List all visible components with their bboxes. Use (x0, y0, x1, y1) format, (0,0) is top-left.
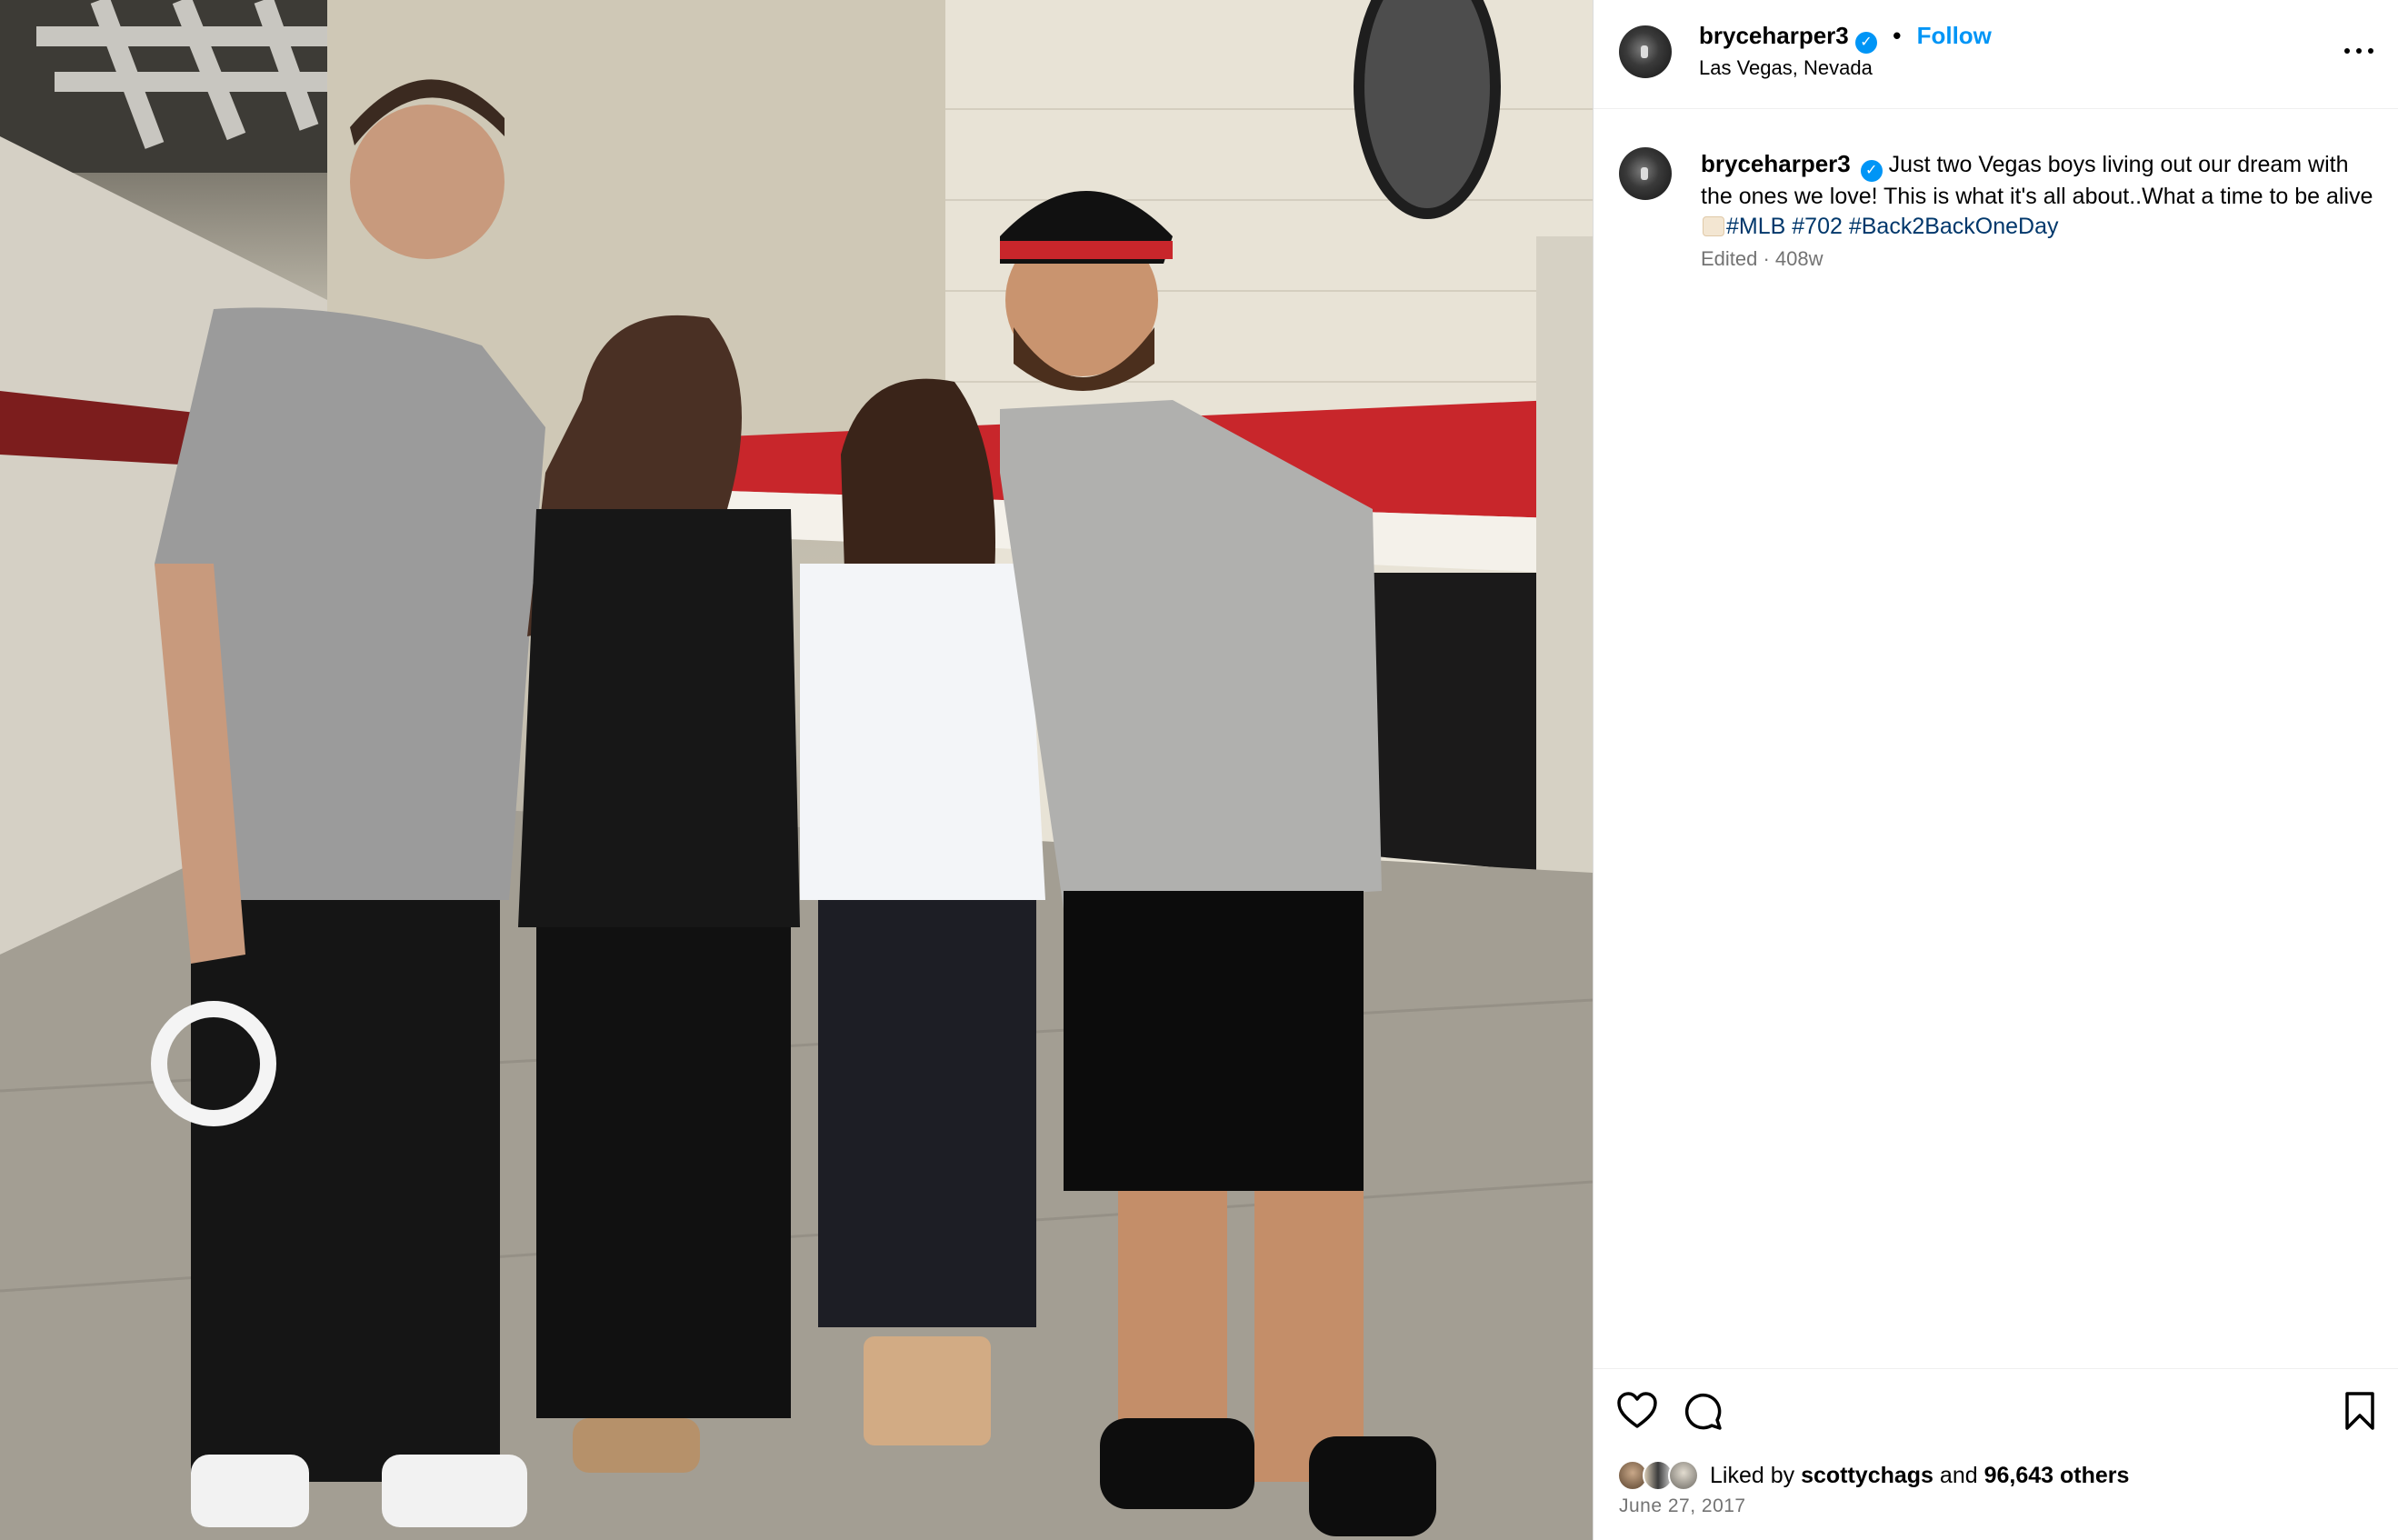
post-location[interactable]: Las Vegas, Nevada (1699, 56, 1873, 80)
post-photo[interactable] (0, 0, 1593, 1540)
verified-badge-icon: ✓ (1860, 160, 1883, 182)
likes-count-link[interactable]: 96,643 others (1984, 1463, 2130, 1489)
liker-avatar (1668, 1460, 1699, 1491)
author-avatar[interactable] (1619, 25, 1672, 78)
post-header: bryceharper3 ✓ • Follow Las Vegas, Nevad… (1594, 0, 2398, 109)
baseball-emoji-icon (1703, 216, 1724, 236)
caption-username[interactable]: bryceharper3 (1701, 150, 1851, 177)
heart-icon[interactable] (1615, 1389, 1659, 1433)
post-caption: bryceharper3 ✓ Just two Vegas boys livin… (1701, 149, 2378, 242)
hashtag-702[interactable]: #702 (1792, 214, 1843, 239)
author-line: bryceharper3 ✓ • Follow (1699, 22, 1992, 54)
post-side-panel: bryceharper3 ✓ • Follow Las Vegas, Nevad… (1593, 0, 2398, 1540)
author-username[interactable]: bryceharper3 (1699, 22, 1849, 49)
separator-dot: • (1893, 22, 1902, 49)
post-date[interactable]: June 27, 2017 (1619, 1495, 1746, 1517)
hashtag-back2backoneday[interactable]: #Back2BackOneDay (1849, 214, 2059, 239)
edited-meta: Edited · 408w (1701, 247, 1823, 270)
liked-by-prefix: Liked by (1710, 1462, 1795, 1488)
follow-button[interactable]: Follow (1917, 22, 1992, 49)
verified-badge-icon: ✓ (1855, 32, 1877, 54)
liked-by-and: and (1939, 1462, 1978, 1488)
likes-summary: Liked by scottychags and 96,643 others (1617, 1459, 2129, 1492)
liker-avatars (1617, 1459, 1704, 1492)
more-options-icon[interactable] (2343, 36, 2379, 64)
photo-illustration (0, 0, 1593, 1540)
hashtag-mlb[interactable]: #MLB (1726, 214, 1785, 239)
caption-author-avatar[interactable] (1619, 147, 1672, 200)
actions-divider (1594, 1368, 2398, 1369)
liked-by-user[interactable]: scottychags (1801, 1463, 1933, 1489)
bookmark-icon[interactable] (2338, 1389, 2382, 1433)
comment-icon[interactable] (1681, 1389, 1724, 1433)
